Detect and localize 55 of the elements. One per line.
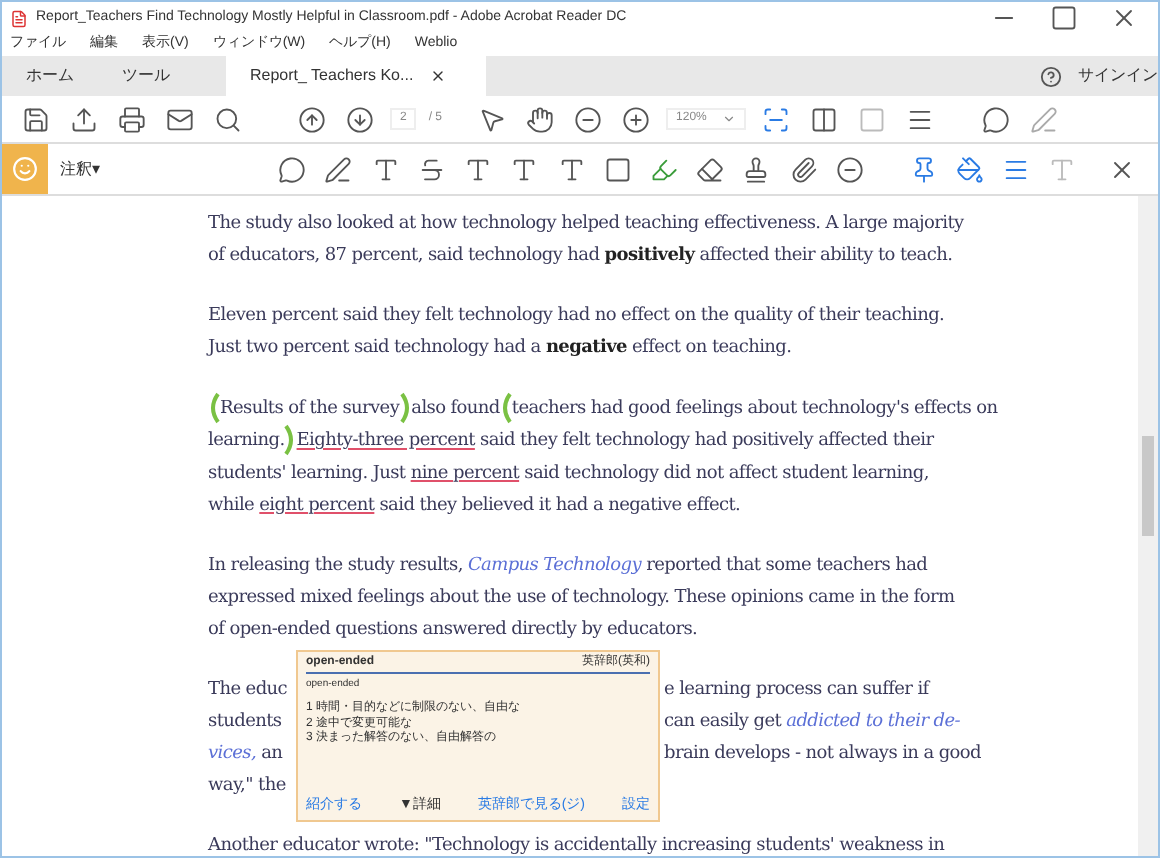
close-button[interactable] <box>1110 4 1138 32</box>
search-icon[interactable] <box>214 105 242 133</box>
text-line: students <box>208 711 282 732</box>
paragraph: Results of the survey also found teachers had good feelings about technology's effects on learning. Eighty-three percent said they felt technology had positively affected their students' learning. Just nine percent said technology did not affect student learning, while eight percent said they believed it had a negative effect. <box>208 392 1058 522</box>
pin-icon[interactable] <box>909 155 938 183</box>
tab[interactable]: Report_ Teachers Ko... <box>226 56 486 96</box>
scrollbar[interactable] <box>1138 196 1158 856</box>
text-link[interactable]: Campus Technology <box>467 555 642 576</box>
fit-page-icon[interactable] <box>762 105 791 133</box>
help-icon <box>1040 65 1062 87</box>
line-weight-icon[interactable] <box>1002 155 1031 183</box>
text-link[interactable]: addicted to their de- <box>786 711 961 732</box>
paragraph: Eleven percent said they felt technology had no effect on the quality of their teaching. Just two percent said technology had a negative effect on teaching. <box>208 304 947 362</box>
paragraph: Another educator wrote: "Technology is accidentally increasing students' weakness in <box>208 833 947 856</box>
hand-icon[interactable] <box>526 105 555 133</box>
bracket-mark-icon <box>208 392 220 424</box>
mail-icon[interactable] <box>166 105 194 133</box>
save-icon[interactable] <box>22 105 50 133</box>
paragraph: In releasing the study results, Campus Technology reported that some teachers had expressed mixed feelings about the use of technology. These opinions came in the form of open-ended questions answered directly by educators. <box>208 553 957 644</box>
paragraph: The study also looked at how technology helped teaching effectiveness. A large majority of educators, 87 percent, said technology had positively affected their ability to teach. <box>208 212 966 270</box>
text-icon[interactable] <box>371 155 400 183</box>
text-line: The educ <box>208 679 288 700</box>
sticky-note-icon[interactable] <box>278 155 307 183</box>
tab[interactable]: ツール <box>98 56 194 96</box>
text-line: brain develops - not always in a good <box>664 741 981 768</box>
strikethrough-icon[interactable] <box>417 155 446 183</box>
print-icon[interactable] <box>118 105 146 133</box>
caret-icon <box>722 112 737 126</box>
bracket-mark-icon <box>499 392 512 424</box>
text-line: e learning process can suffer if <box>664 677 929 704</box>
text-line: way," the <box>208 775 286 796</box>
close-tab-icon <box>429 68 446 84</box>
text-field-icon[interactable] <box>603 155 632 183</box>
pdf-icon <box>10 9 28 27</box>
zoom-out-icon[interactable] <box>574 105 603 133</box>
attach-icon[interactable] <box>789 155 818 183</box>
sign-in-link[interactable]: サインイン <box>1078 64 1158 88</box>
fill-color-icon[interactable] <box>955 155 984 183</box>
upload-icon[interactable] <box>70 105 98 133</box>
bracket-mark-icon <box>399 392 412 424</box>
tab[interactable]: ホーム <box>2 56 98 96</box>
bracket-mark-icon <box>284 424 297 457</box>
pointer-icon[interactable] <box>478 105 507 133</box>
text-link[interactable]: vices, <box>208 743 257 764</box>
stamp-icon[interactable] <box>742 155 771 183</box>
next-page-icon[interactable] <box>346 105 374 133</box>
zoom-in-icon[interactable] <box>622 105 651 133</box>
comment-label[interactable]: 注釈▾ <box>59 157 175 181</box>
eraser-icon[interactable] <box>696 155 725 183</box>
previous-page-icon[interactable] <box>298 105 326 133</box>
text-line: vices, an <box>208 743 283 764</box>
text-line: can easily get addicted to their de- <box>664 709 961 736</box>
comment-icon[interactable] <box>982 105 1011 133</box>
maximize-button[interactable] <box>1050 4 1078 32</box>
page-view-icon[interactable] <box>810 105 839 133</box>
